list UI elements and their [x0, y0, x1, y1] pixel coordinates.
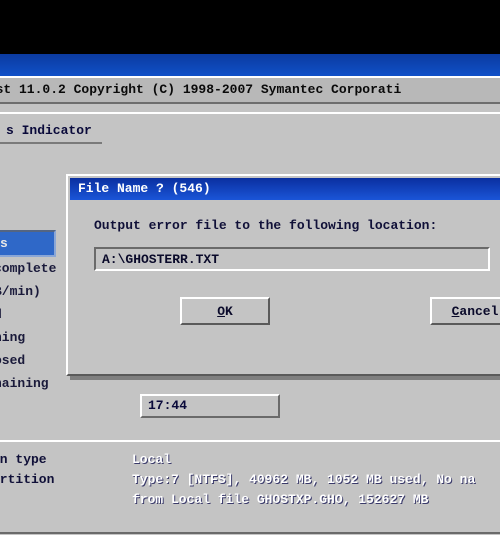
details-values: Local Type:7 [NTFS], 40962 MB, 1052 MB u…: [132, 450, 475, 510]
detail-value: from Local file GHOSTXP.GHO, 152627 MB: [132, 490, 475, 510]
stat-line: d: [0, 303, 56, 326]
details-panel: on type artition Local Type:7 [NTFS], 40…: [0, 440, 500, 534]
time-remaining-value: 17:44: [140, 394, 280, 418]
top-black-area: [0, 0, 500, 54]
stat-line: complete: [0, 257, 56, 280]
filename-dialog: File Name ? (546) Output error file to t…: [66, 174, 500, 376]
stat-line: naining: [0, 372, 56, 395]
stat-line: B/min): [0, 280, 56, 303]
dialog-title: File Name ? (546): [70, 178, 500, 200]
top-blue-band: [0, 54, 500, 76]
cancel-button[interactable]: Cancel: [430, 297, 500, 325]
ok-underline: O: [217, 304, 225, 319]
detail-label: artition: [0, 472, 54, 487]
detail-value: Local: [132, 450, 475, 470]
detail-label: on type: [0, 452, 47, 467]
dialog-body: Output error file to the following locat…: [68, 202, 500, 325]
stat-line: ning: [0, 326, 56, 349]
details-labels: on type artition: [0, 450, 54, 490]
ok-button[interactable]: OK: [180, 297, 270, 325]
ok-rest: K: [225, 304, 233, 319]
stat-line: osed: [0, 349, 56, 372]
progress-stats: s complete B/min) d ning osed naining: [0, 230, 56, 395]
app-header: host 11.0.2 Copyright (C) 1998-2007 Syma…: [0, 76, 500, 104]
cancel-rest: ancel: [459, 304, 498, 319]
stat-line: s: [0, 230, 56, 257]
filename-input[interactable]: [94, 247, 490, 271]
app-screen: host 11.0.2 Copyright (C) 1998-2007 Syma…: [0, 0, 500, 535]
dialog-prompt: Output error file to the following locat…: [94, 218, 500, 233]
detail-value: Type:7 [NTFS], 40962 MB, 1052 MB used, N…: [132, 470, 475, 490]
dialog-button-row: OK Cancel: [94, 297, 500, 325]
app-header-text: host 11.0.2 Copyright (C) 1998-2007 Syma…: [0, 82, 401, 97]
progress-window-title: s Indicator: [0, 120, 102, 144]
